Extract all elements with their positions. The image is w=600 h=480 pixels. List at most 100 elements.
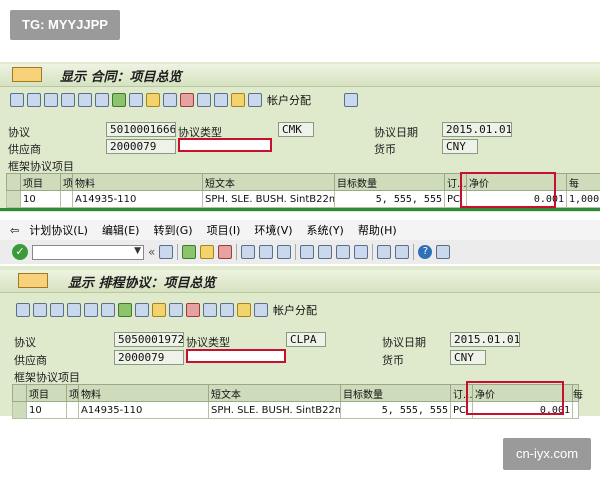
currency-field[interactable]: CNY [442,139,478,154]
cell-material[interactable]: A14935-110 [78,401,209,419]
sap-menu-icon[interactable] [12,67,42,82]
cell-short-text[interactable]: SPH. SLE. BUSH. SintB22mo... [202,190,335,208]
agreement-date-field[interactable]: 2015.01.01 [450,332,520,347]
conditions-icon[interactable] [146,93,160,107]
cell-item[interactable]: 10 [26,401,67,419]
account-assignment-button[interactable]: 帐户分配 [273,302,317,318]
print-icon[interactable] [241,245,256,259]
flag-icon[interactable] [118,303,132,317]
select-all-cell[interactable] [12,384,27,402]
cell-material[interactable]: A14935-110 [72,190,203,208]
item-details-icon[interactable] [10,93,24,107]
col-item[interactable]: 项目 [26,384,67,402]
conditions-icon[interactable] [152,303,166,317]
cell-per[interactable]: 1,000 [566,190,600,208]
col-per[interactable]: 每 [572,384,583,402]
col-target-qty[interactable]: 目标数量 [334,173,445,191]
stamp-icon[interactable] [61,93,75,107]
agreement-type-field[interactable]: CMK [278,122,314,137]
partners-icon[interactable] [95,93,109,107]
cell-category[interactable] [66,401,79,419]
col-short-text[interactable]: 短文本 [202,173,335,191]
col-material[interactable]: 物料 [72,173,203,191]
header-icon[interactable] [27,93,41,107]
save-icon[interactable] [159,245,174,259]
document-icon[interactable] [78,93,92,107]
factory-icon[interactable] [180,93,194,107]
agreement-date-field[interactable]: 2015.01.01 [442,122,512,137]
select-all-cell[interactable] [6,173,21,191]
header-icon[interactable] [33,303,47,317]
menu-exit-icon[interactable]: ⇦ [10,224,19,237]
enter-icon[interactable]: ✓ [12,244,28,260]
command-field[interactable]: ▼ [32,244,144,260]
collapse-icon[interactable]: « [148,245,155,259]
first-page-icon[interactable] [300,245,315,259]
col-category[interactable]: 项 [60,173,73,191]
layout-icon[interactable] [436,245,451,259]
stamp-icon[interactable] [67,303,81,317]
row-selector[interactable] [6,190,21,208]
dropdown-icon[interactable]: ▼ [134,246,141,256]
find-icon[interactable] [259,245,274,259]
vendor-field[interactable]: 2000079 [106,139,176,154]
menu-help[interactable]: 帮助(H) [358,222,397,238]
menu-system[interactable]: 系统(Y) [307,222,344,238]
partners-icon[interactable] [101,303,115,317]
flag-icon[interactable] [112,93,126,107]
col-short-text[interactable]: 短文本 [208,384,341,402]
edit-icon[interactable] [203,303,217,317]
factory-icon[interactable] [186,303,200,317]
find-next-icon[interactable] [277,245,292,259]
account-assignment-button[interactable]: 帐户分配 [267,92,311,108]
statistics-icon[interactable] [237,303,251,317]
configure-icon[interactable] [344,93,358,107]
next-page-icon[interactable] [336,245,351,259]
previous-page-icon[interactable] [318,245,333,259]
cell-target-qty[interactable]: 5, 555, 555 [334,190,445,208]
overview-icon[interactable] [44,93,58,107]
menu-environment[interactable]: 环境(V) [254,222,292,238]
row-selector[interactable] [12,401,27,419]
document-icon[interactable] [84,303,98,317]
cell-item[interactable]: 10 [20,190,61,208]
item-details-icon[interactable] [16,303,30,317]
col-category[interactable]: 项 [66,384,79,402]
back-icon[interactable] [182,245,197,259]
delivery-icon[interactable] [220,303,234,317]
col-target-qty[interactable]: 目标数量 [340,384,451,402]
cancel-icon[interactable] [218,245,233,259]
shortcut-icon[interactable] [395,245,410,259]
col-material[interactable]: 物料 [78,384,209,402]
agreement-type-field[interactable]: CLPA [286,332,326,347]
menu-item[interactable]: 项目(I) [207,222,241,238]
edit-icon[interactable] [197,93,211,107]
help-icon[interactable]: ? [418,245,433,259]
currency-field[interactable]: CNY [450,350,486,365]
agreement-field[interactable]: 5010001666 [106,122,176,137]
col-per[interactable]: 每 [566,173,600,191]
menu-schedule-agreement[interactable]: 计划协议(L) [29,222,88,238]
statistics-icon[interactable] [231,93,245,107]
last-page-icon[interactable] [354,245,369,259]
sap-menu-icon[interactable] [18,273,48,288]
menu-goto[interactable]: 转到(G) [153,222,192,238]
exit-icon[interactable] [200,245,215,259]
agreement-field[interactable]: 5050001972 [114,332,184,347]
new-session-icon[interactable] [377,245,392,259]
col-item[interactable]: 项目 [20,173,61,191]
cell-per[interactable] [572,401,579,419]
cell-category[interactable] [60,190,73,208]
cell-target-qty[interactable]: 5, 555, 555 [340,401,451,419]
print-icon[interactable] [135,303,149,317]
print-icon[interactable] [129,93,143,107]
cell-short-text[interactable]: SPH. SLE. BUSH. SintB22mo... [208,401,341,419]
texts-icon[interactable] [169,303,183,317]
hierarchy-icon[interactable] [254,303,268,317]
texts-icon[interactable] [163,93,177,107]
delivery-icon[interactable] [214,93,228,107]
overview-icon[interactable] [50,303,64,317]
hierarchy-icon[interactable] [248,93,262,107]
menu-edit[interactable]: 编辑(E) [102,222,140,238]
vendor-field[interactable]: 2000079 [114,350,184,365]
